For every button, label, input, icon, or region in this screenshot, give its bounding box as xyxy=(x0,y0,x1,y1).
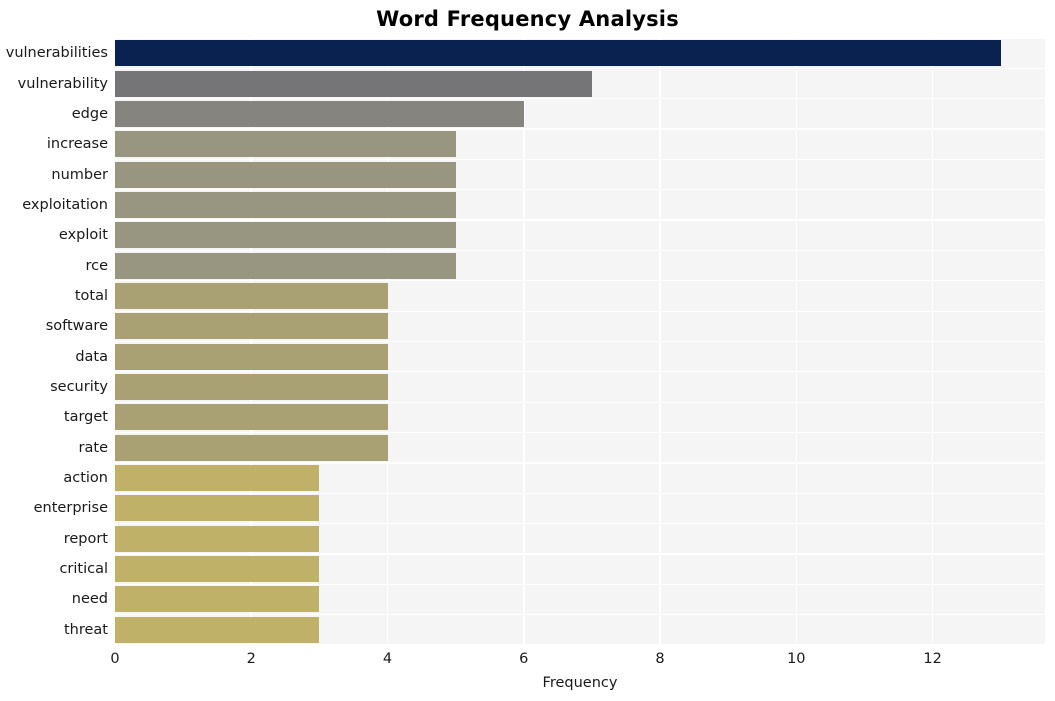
x-tick-label-6: 6 xyxy=(519,651,529,667)
y-tick-label-software: software xyxy=(45,318,108,335)
gridline-y-20 xyxy=(115,644,1045,645)
y-tick-label-edge: edge xyxy=(71,105,108,122)
y-tick-label-critical: critical xyxy=(59,561,108,578)
bar-action xyxy=(115,465,320,492)
x-axis-tick-labels: 0 2 4 6 8 10 12 xyxy=(110,650,1045,672)
gridline-y-14 xyxy=(115,462,1045,464)
bar-number xyxy=(115,161,456,188)
bar-report xyxy=(115,525,320,552)
bar-vulnerabilities xyxy=(115,40,1001,67)
y-tick-label-number: number xyxy=(51,166,108,183)
bar-threat xyxy=(115,616,320,643)
bar-increase xyxy=(115,131,456,158)
gridline-y-9 xyxy=(115,310,1045,312)
bar-vulnerability xyxy=(115,70,592,97)
bar-enterprise xyxy=(115,495,320,522)
x-tick-label-2: 2 xyxy=(246,651,256,667)
y-tick-label-target: target xyxy=(63,409,108,426)
y-tick-label-action: action xyxy=(63,470,108,487)
bar-rate xyxy=(115,434,388,461)
x-axis-label: Frequency xyxy=(542,675,618,691)
gridline-y-17 xyxy=(115,553,1045,555)
y-tick-label-need: need xyxy=(71,591,108,608)
gridline-y-6 xyxy=(115,219,1045,221)
gridline-y-11 xyxy=(115,371,1045,373)
gridline-y-13 xyxy=(115,431,1045,434)
bar-exploit xyxy=(115,222,456,249)
bar-target xyxy=(115,404,388,431)
x-tick-label-4: 4 xyxy=(382,651,393,667)
y-tick-label-total: total xyxy=(74,287,108,304)
bar-software xyxy=(115,313,388,340)
gridline-y-1 xyxy=(115,67,1045,69)
gridline-y-12 xyxy=(115,401,1045,403)
bar-exploitation xyxy=(115,191,456,218)
y-tick-label-vulnerabilities: vulnerabilities xyxy=(5,45,108,62)
gridline-y-16 xyxy=(115,522,1045,525)
bar-edge xyxy=(115,100,524,127)
bar-need xyxy=(115,586,320,613)
plot-area xyxy=(115,38,1045,645)
y-tick-label-data: data xyxy=(75,348,108,365)
x-tick-label-0: 0 xyxy=(110,651,120,667)
gridline-y-0 xyxy=(115,38,1045,39)
gridline-y-8 xyxy=(115,280,1045,282)
chart-figure: Word Frequency Analysis vulnerabilities v… xyxy=(0,0,1055,701)
y-tick-label-threat: threat xyxy=(63,621,108,638)
bar-security xyxy=(115,374,388,401)
y-tick-label-rate: rate xyxy=(78,439,108,456)
y-tick-label-security: security xyxy=(50,379,108,396)
bar-rce xyxy=(115,252,456,279)
gridline-y-18 xyxy=(115,583,1045,585)
gridline-y-19 xyxy=(115,614,1045,616)
gridline-y-15 xyxy=(115,492,1045,494)
y-tick-label-vulnerability: vulnerability xyxy=(17,75,108,92)
chart-title: Word Frequency Analysis xyxy=(376,7,679,31)
gridline-y-2 xyxy=(115,98,1045,100)
bar-data xyxy=(115,343,388,370)
y-tick-label-increase: increase xyxy=(46,136,108,153)
x-tick-label-12: 12 xyxy=(923,651,942,667)
gridline-y-3 xyxy=(115,128,1045,130)
x-tick-label-8: 8 xyxy=(655,651,665,667)
y-axis-tick-labels: vulnerabilities vulnerability edge increase… xyxy=(0,38,108,645)
y-tick-label-exploitation: exploitation xyxy=(22,196,108,213)
x-tick-label-10: 10 xyxy=(787,651,806,667)
gridline-y-5 xyxy=(115,189,1045,191)
bar-total xyxy=(115,282,388,309)
gridline-y-7 xyxy=(115,249,1045,252)
y-tick-label-enterprise: enterprise xyxy=(33,500,108,517)
y-tick-label-exploit: exploit xyxy=(58,227,108,244)
gridline-y-10 xyxy=(115,340,1045,343)
gridline-y-4 xyxy=(115,158,1045,161)
bar-critical xyxy=(115,556,320,583)
y-tick-label-rce: rce xyxy=(85,257,108,274)
y-tick-label-report: report xyxy=(63,530,108,547)
